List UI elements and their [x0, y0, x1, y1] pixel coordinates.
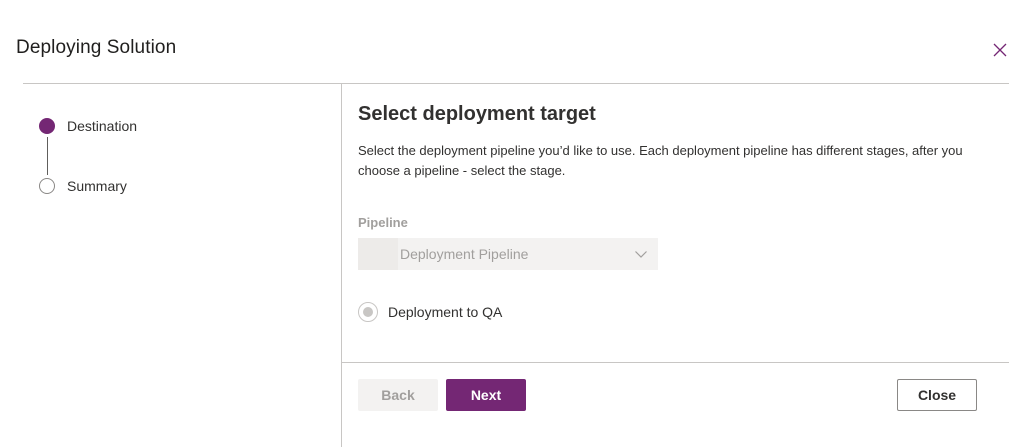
header-divider — [23, 83, 1009, 84]
stage-option[interactable]: Deployment to QA — [358, 302, 502, 322]
step-destination[interactable]: Destination — [39, 118, 137, 134]
step-label: Summary — [67, 178, 127, 194]
pipeline-dropdown[interactable]: Deployment Pipeline — [358, 238, 658, 270]
step-active-indicator — [39, 118, 55, 134]
pipeline-label: Pipeline — [358, 215, 408, 230]
step-pending-indicator — [39, 178, 55, 194]
back-button[interactable]: Back — [358, 379, 438, 411]
section-description: Select the deployment pipeline you’d lik… — [358, 143, 963, 178]
chevron-down-icon — [635, 251, 647, 258]
radio-selected-dot — [363, 307, 373, 317]
step-label: Destination — [67, 118, 138, 134]
stage-option-label: Deployment to QA — [388, 304, 503, 320]
footer-divider — [342, 362, 1009, 363]
close-icon[interactable] — [992, 42, 1008, 58]
pipeline-selected-value: Deployment Pipeline — [400, 246, 529, 262]
close-button[interactable]: Close — [897, 379, 977, 411]
next-button[interactable]: Next — [446, 379, 526, 411]
section-heading: Select deployment target — [358, 103, 596, 125]
pipeline-icon-placeholder — [358, 238, 398, 270]
dialog-title: Deploying Solution — [16, 37, 177, 58]
step-summary[interactable]: Summary — [39, 178, 127, 194]
panel-divider — [341, 84, 342, 447]
step-connector — [47, 137, 48, 175]
stage-radio[interactable] — [358, 302, 378, 322]
